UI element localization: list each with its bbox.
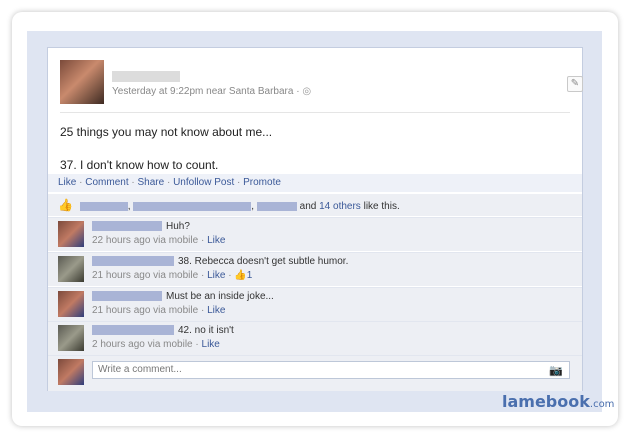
post-header: Yesterday at 9:22pm near Santa Barbara ·… xyxy=(60,60,583,104)
comment-item: Huh? 22 hours ago via mobile · Like xyxy=(48,217,582,251)
post-body: 25 things you may not know about me... 3… xyxy=(60,124,272,173)
comment-text: Huh? xyxy=(166,221,190,232)
post-card: Yesterday at 9:22pm near Santa Barbara ·… xyxy=(47,47,583,391)
unfollow-post-link[interactable]: Unfollow Post xyxy=(173,177,234,188)
others-link[interactable]: 14 others xyxy=(319,201,361,212)
author-avatar[interactable] xyxy=(60,60,104,104)
post-timestamp[interactable]: Yesterday at 9:22pm near Santa Barbara xyxy=(112,86,293,97)
comment-like-link[interactable]: Like xyxy=(207,305,225,316)
commenter-avatar[interactable] xyxy=(58,291,84,317)
commenter-name-redacted[interactable] xyxy=(92,256,174,267)
comment-text: 42. no it isn't xyxy=(178,325,234,336)
comment-text: 38. Rebecca doesn't get subtle humor. xyxy=(178,256,349,267)
commenter-avatar[interactable] xyxy=(58,256,84,282)
comment-time[interactable]: 22 hours ago via mobile xyxy=(92,235,198,246)
comment-link[interactable]: Comment xyxy=(85,177,128,188)
promote-link[interactable]: Promote xyxy=(243,177,281,188)
post-actions: Like · Comment · Share · Unfollow Post ·… xyxy=(48,174,582,192)
post-meta: Yesterday at 9:22pm near Santa Barbara ·… xyxy=(112,86,312,97)
commenter-name-redacted[interactable] xyxy=(92,221,162,232)
globe-icon: ◎ xyxy=(302,86,312,97)
share-link[interactable]: Share xyxy=(138,177,165,188)
write-comment-row: Write a comment... 📷 xyxy=(48,355,582,391)
comment-time[interactable]: 2 hours ago via mobile xyxy=(92,339,193,350)
liker-name-redacted[interactable] xyxy=(256,201,297,211)
comment-text: Must be an inside joke... xyxy=(166,291,274,302)
author-name-redacted[interactable] xyxy=(112,71,180,82)
commenter-avatar[interactable] xyxy=(58,325,84,351)
comment-like-link[interactable]: Like xyxy=(207,270,225,281)
liker-name-redacted[interactable] xyxy=(79,201,128,211)
thumbs-up-icon: 👍 xyxy=(58,198,73,212)
comment-like-link[interactable]: Like xyxy=(202,339,220,350)
comment-input[interactable]: Write a comment... 📷 xyxy=(92,361,570,379)
comment-like-link[interactable]: Like xyxy=(207,235,225,246)
comment-item: 42. no it isn't 2 hours ago via mobile ·… xyxy=(48,321,582,355)
liker-name-redacted[interactable] xyxy=(133,201,252,211)
comment-time[interactable]: 21 hours ago via mobile xyxy=(92,270,198,281)
comment-item: 38. Rebecca doesn't get subtle humor. 21… xyxy=(48,252,582,286)
viewer-avatar xyxy=(58,359,84,385)
thumbs-up-icon: 👍 xyxy=(234,270,247,281)
commenter-name-redacted[interactable] xyxy=(92,325,174,336)
comment-item: Must be an inside joke... 21 hours ago v… xyxy=(48,287,582,321)
post-text-line-2: 37. I don't know how to count. xyxy=(60,158,219,172)
commenter-name-redacted[interactable] xyxy=(92,291,162,302)
comment-like-count[interactable]: 👍1 xyxy=(234,270,252,281)
post-text-line-1: 25 things you may not know about me... xyxy=(60,125,273,139)
commenter-avatar[interactable] xyxy=(58,221,84,247)
comment-time[interactable]: 21 hours ago via mobile xyxy=(92,305,198,316)
edit-pencil-icon[interactable]: ✎ xyxy=(567,76,583,92)
header-divider xyxy=(60,112,570,113)
like-link[interactable]: Like xyxy=(58,177,76,188)
likes-summary: 👍 , , and 14 others like this. xyxy=(48,194,582,216)
camera-icon[interactable]: 📷 xyxy=(549,363,563,379)
lamebook-watermark: lamebook.com xyxy=(502,392,615,411)
